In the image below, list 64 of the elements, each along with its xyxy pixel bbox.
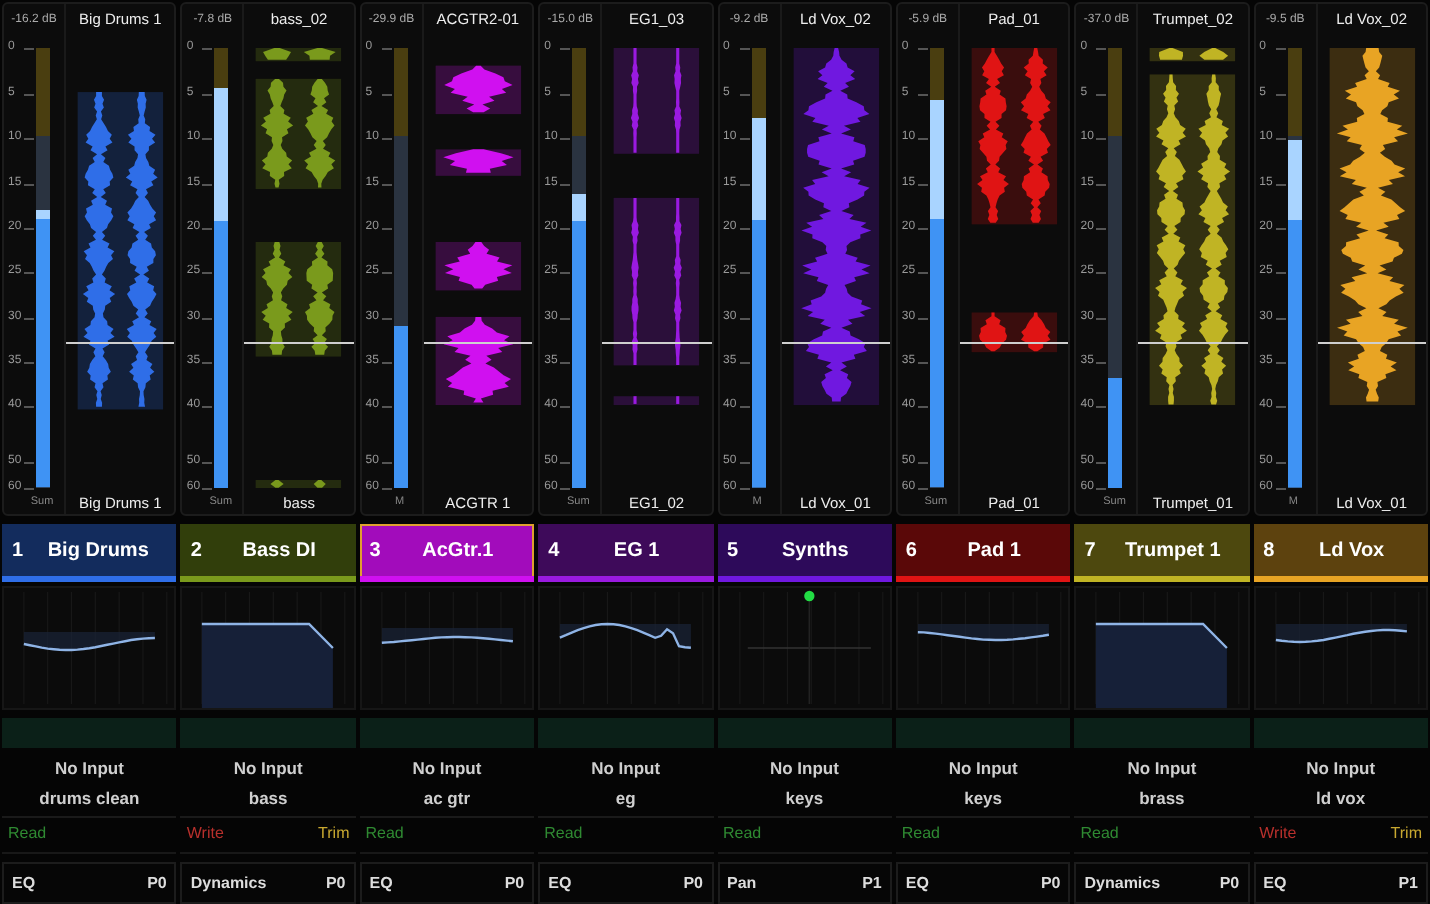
playhead-line — [423, 342, 533, 345]
track-name-button[interactable]: 5 Synths — [717, 524, 892, 582]
input-label: No Input — [1127, 758, 1197, 778]
automation-mode[interactable]: Read — [365, 824, 404, 852]
insert-slot[interactable]: Dynamics P0 — [180, 862, 356, 904]
preset-label: P1 — [862, 874, 882, 892]
track-name-button[interactable]: 3 AcGtr.1 — [359, 524, 535, 582]
input-name: keys — [964, 788, 1003, 808]
input-name: drums clean — [39, 788, 140, 808]
input-label: No Input — [591, 758, 661, 778]
playhead-line — [602, 342, 711, 345]
insert-slot[interactable]: EQ P0 — [895, 862, 1071, 904]
automation-mode[interactable]: Read — [1080, 824, 1119, 852]
input-name: keys — [785, 788, 824, 808]
input-label: No Input — [769, 758, 839, 778]
insert-slot[interactable]: EQ P0 — [359, 862, 535, 904]
preset-label: P0 — [683, 874, 703, 892]
track-name-button[interactable]: 2 Bass DI — [180, 524, 356, 582]
preset-label: P1 — [1398, 874, 1418, 892]
preset-label: P0 — [504, 874, 525, 892]
input-label: No Input — [948, 758, 1018, 778]
playhead-line — [244, 342, 354, 345]
insert-slot[interactable]: EQ P1 — [1253, 862, 1428, 904]
preset-label: P0 — [147, 874, 167, 892]
input-name: eg — [615, 788, 636, 808]
insert-slot[interactable]: EQ P0 — [538, 862, 713, 904]
insert-slot[interactable]: Pan P1 — [717, 862, 892, 904]
track-name-button[interactable]: 7 Trumpet 1 — [1074, 524, 1250, 582]
insert-name: Dynamics — [1084, 874, 1161, 892]
input-name: bass — [248, 788, 288, 808]
insert-name: EQ — [12, 874, 36, 892]
input-label: No Input — [233, 758, 303, 778]
playhead-line — [1138, 342, 1248, 345]
track-name-button[interactable]: 6 Pad 1 — [895, 524, 1071, 582]
automation-mode[interactable]: Read — [723, 824, 762, 852]
insert-name: Pan — [727, 874, 757, 892]
trim-label[interactable]: Trim — [1390, 824, 1422, 852]
insert-slot[interactable]: EQ P0 — [2, 862, 177, 904]
input-name: ld vox — [1316, 788, 1366, 808]
automation-mode[interactable]: Read — [8, 824, 47, 852]
input-label: No Input — [54, 758, 124, 778]
insert-name: EQ — [548, 874, 572, 892]
insert-name: EQ — [905, 874, 929, 892]
track-name-button[interactable]: 4 EG 1 — [538, 524, 713, 582]
playhead-line — [959, 342, 1069, 345]
insert-name: Dynamics — [190, 874, 267, 892]
input-label: No Input — [412, 758, 482, 778]
trim-label[interactable]: Trim — [318, 824, 350, 852]
automation-mode[interactable]: Read — [544, 824, 583, 852]
preset-label: P0 — [1040, 874, 1061, 892]
preset-label: P0 — [325, 874, 346, 892]
input-label: No Input — [1306, 758, 1376, 778]
playhead-line — [1317, 342, 1426, 345]
playhead-line — [66, 342, 175, 345]
input-name: ac gtr — [423, 788, 471, 808]
automation-mode[interactable]: Read — [901, 824, 940, 852]
track-name-button[interactable]: 1 Big Drums — [2, 524, 177, 582]
track-name-button[interactable]: 8 Ld Vox — [1253, 524, 1428, 582]
insert-name: EQ — [369, 874, 393, 892]
insert-name: EQ — [1263, 874, 1287, 892]
input-name: brass — [1139, 788, 1185, 808]
insert-slot[interactable]: Dynamics P0 — [1074, 862, 1250, 904]
preset-label: P0 — [1219, 874, 1240, 892]
playhead-line — [781, 342, 890, 345]
